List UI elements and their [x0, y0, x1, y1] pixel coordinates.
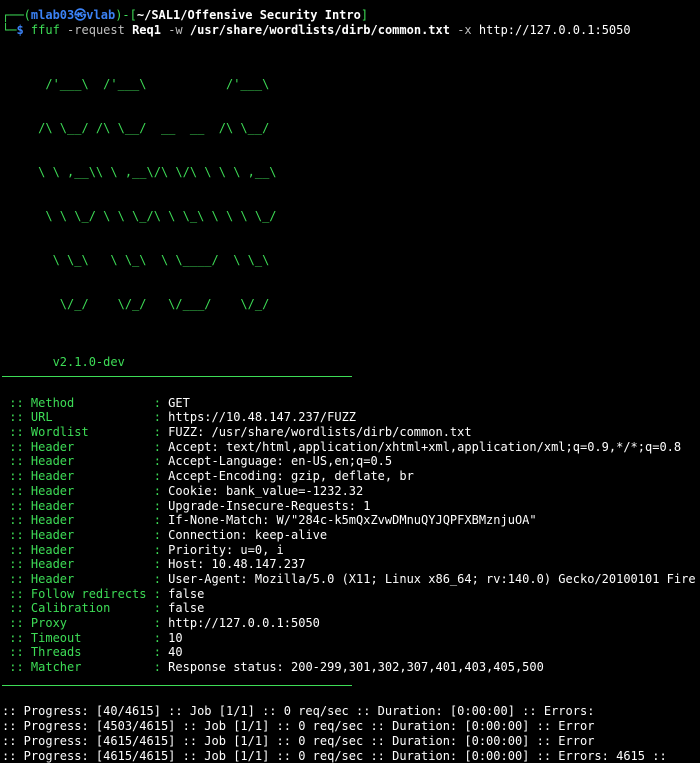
config-row: :: Calibration : false: [2, 601, 205, 616]
config-row: :: Header : Connection: keep-alive: [2, 527, 328, 542]
prompt-separator: )-[: [115, 8, 137, 22]
prompt-header: ┌──(mlab03㉿vlab)-[~/SAL1/Offensive Secur…: [2, 8, 700, 23]
banner-line: /\ \__/ /\ \__/ __ __ /\ \__/: [2, 120, 270, 135]
progress-line: :: Progress: [4615/4615] :: Job [1/1] ::…: [2, 733, 595, 748]
divider-top: [2, 376, 352, 378]
prompt-at-symbol: ㉿: [74, 8, 87, 22]
config-row: :: Header : Host: 10.48.147.237: [2, 557, 306, 572]
config-row: :: Timeout : 10: [2, 630, 183, 645]
config-row: :: Header : User-Agent: Mozilla/5.0 (X11…: [2, 571, 696, 586]
prompt-host: vlab: [86, 8, 116, 22]
ffuf-ascii-banner: /'___\ /'___\ /'___\ /\ \__/ /\ \__/ __ …: [2, 47, 700, 341]
command-proxy: http://127.0.0.1:5050: [478, 22, 631, 37]
prompt-user: mlab03: [30, 8, 75, 22]
config-row: :: Header : If-None-Match: W/"284c-k5mQx…: [2, 513, 537, 528]
terminal-window[interactable]: ┌──(mlab03㉿vlab)-[~/SAL1/Offensive Secur…: [0, 0, 700, 763]
config-row: :: Header : Priority: u=0, i: [2, 542, 284, 557]
config-row: :: Follow redirects : false: [2, 586, 205, 601]
prompt-bracket-end: ]: [360, 8, 369, 22]
banner-line: /'___\ /'___\ /'___\: [2, 76, 270, 91]
command-line[interactable]: └─$ ffuf -request Req1 -w /usr/share/wor…: [2, 23, 700, 38]
prompt-corner-bottom: └─: [2, 22, 17, 37]
config-row: :: Wordlist : FUZZ: /usr/share/wordlists…: [2, 425, 472, 440]
progress-line: :: Progress: [4615/4615] :: Job [1/1] ::…: [2, 748, 667, 763]
command-request-value: Req1: [132, 22, 161, 37]
config-row: :: Header : Upgrade-Insecure-Requests: 1: [2, 498, 371, 513]
version-label: v2.1.0-dev: [2, 355, 125, 370]
config-row: :: Method : GET: [2, 395, 190, 410]
progress-line: :: Progress: [40/4615] :: Job [1/1] :: 0…: [2, 704, 595, 719]
config-row: :: Threads : 40: [2, 645, 183, 660]
command-flag-w: -w: [160, 22, 190, 37]
config-list: :: Method : GET :: URL : https://10.48.1…: [2, 396, 700, 675]
divider-bottom: [2, 684, 352, 686]
config-row: :: Header : Accept-Language: en-US,en;q=…: [2, 454, 393, 469]
command-flag-request: -request: [59, 22, 133, 37]
config-row: :: Header : Accept-Encoding: gzip, defla…: [2, 469, 414, 484]
banner-line: \ \_\ \ \_\ \ \____/ \ \_\: [2, 253, 270, 268]
command-tool: ffuf: [30, 22, 60, 37]
config-row: :: Proxy : http://127.0.0.1:5050: [2, 616, 320, 631]
command-flag-x: -x: [449, 22, 479, 37]
prompt-dollar: $: [16, 22, 24, 37]
prompt-corner-top: ┌──(: [2, 8, 31, 22]
banner-line: \ \ ,__\\ \ ,__\/\ \/\ \ \ \ ,__\: [2, 164, 277, 179]
banner-line: \ \ \_/ \ \ \_/\ \ \_\ \ \ \ \_/: [2, 209, 277, 224]
config-row: :: Header : Accept: text/html,applicatio…: [2, 439, 682, 454]
command-wordlist: /usr/share/wordlists/dirb/common.txt: [189, 22, 450, 37]
config-row: :: Header : Cookie: bank_value=-1232.32: [2, 483, 364, 498]
prompt-path: ~/SAL1/Offensive Security Intro: [136, 8, 361, 22]
progress-output: :: Progress: [40/4615] :: Job [1/1] :: 0…: [2, 704, 700, 763]
banner-line: \/_/ \/_/ \/___/ \/_/: [2, 297, 270, 312]
config-row: :: URL : https://10.48.147.237/FUZZ: [2, 410, 357, 425]
progress-line: :: Progress: [4503/4615] :: Job [1/1] ::…: [2, 719, 595, 734]
config-row: :: Matcher : Response status: 200-299,30…: [2, 660, 544, 675]
